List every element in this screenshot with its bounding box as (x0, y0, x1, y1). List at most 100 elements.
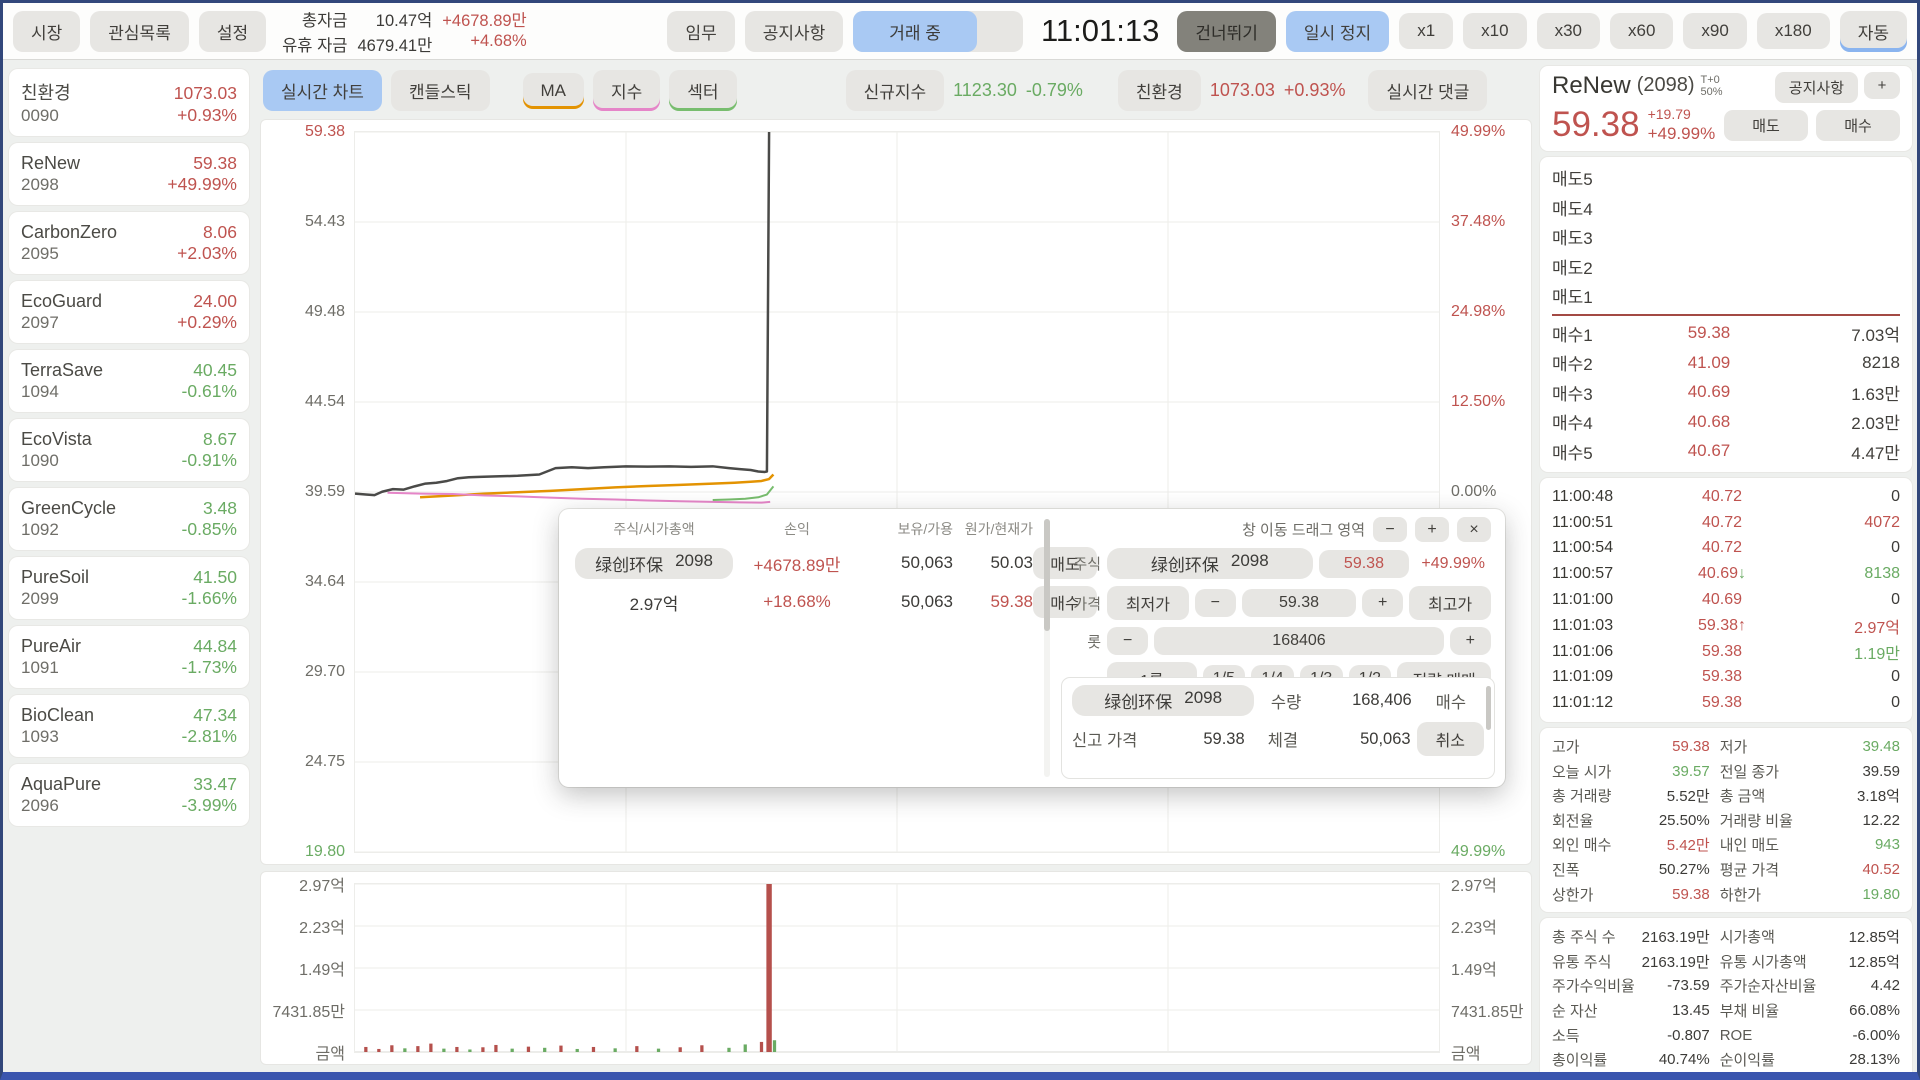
lowest-price-button[interactable]: 최저가 (1107, 586, 1189, 620)
watchlist-item[interactable]: BioClean 47.34 1093 -2.81% (9, 695, 249, 757)
volume-plot[interactable] (355, 884, 1439, 1052)
dialog-scrollbar[interactable] (1044, 519, 1050, 777)
stat-value: 19.80 (1825, 886, 1900, 903)
live-comments-button[interactable]: 실시간 댓글 (1368, 70, 1487, 111)
bid-row[interactable]: 매수5 40.67 4.47만 (1552, 437, 1900, 467)
tick-time: 11:01:03 (1552, 617, 1644, 635)
dialog-scrollbar-thumb[interactable] (1044, 519, 1050, 631)
tick-row[interactable]: 11:00:54 40.72 0 (1552, 536, 1900, 562)
speed-x180-button[interactable]: x180 (1757, 13, 1830, 49)
watchlist-item[interactable]: 친환경 1073.03 0090 +0.93% (9, 69, 249, 136)
watchlist-item[interactable]: ReNew 59.38 2098 +49.99% (9, 143, 249, 205)
stat-label: 내인 매도 (1720, 834, 1825, 855)
watchlist-item[interactable]: PureAir 44.84 1091 -1.73% (9, 626, 249, 688)
order-stock-code: 2098 (1184, 688, 1222, 713)
speed-x30-button[interactable]: x30 (1537, 13, 1600, 49)
speed-x60-button[interactable]: x60 (1610, 13, 1673, 49)
settings-button[interactable]: 설정 (199, 11, 266, 52)
detail-buy-button[interactable]: 매수 (1816, 110, 1900, 141)
lot-minus-button[interactable]: − (1107, 627, 1148, 655)
bid-row[interactable]: 매수1 59.38 7.03억 (1552, 319, 1900, 349)
tick-row[interactable]: 11:00:48 40.72 0 (1552, 484, 1900, 510)
ask-row[interactable]: 매도5 (1552, 163, 1900, 193)
overlay-sector-toggle[interactable]: 섹터 (669, 70, 736, 111)
ask-row[interactable]: 매도1 (1552, 281, 1900, 311)
stat-label: 순 자산 (1552, 1000, 1640, 1021)
order-filled-value: 50,063 (1315, 730, 1411, 749)
stock-field-label: 주식 (1061, 553, 1101, 574)
price-plus-button[interactable]: + (1362, 589, 1403, 617)
tick-arrow-icon: ↓ (1738, 565, 1746, 582)
watchlist-item[interactable]: EcoGuard 24.00 2097 +0.29% (9, 281, 249, 343)
maximize-button[interactable]: + (1415, 517, 1449, 542)
market-button[interactable]: 시장 (13, 11, 80, 52)
auto-button[interactable]: 자동 (1840, 11, 1907, 52)
stock-change: -0.91% (182, 450, 237, 471)
lot-plus-button[interactable]: + (1450, 627, 1491, 655)
bid-row[interactable]: 매수4 40.68 2.03만 (1552, 407, 1900, 437)
lot-input[interactable]: 168406 (1154, 627, 1443, 655)
watchlist-item[interactable]: PureSoil 41.50 2099 -1.66% (9, 557, 249, 619)
pause-button[interactable]: 일시 정지 (1286, 11, 1389, 52)
add-to-watchlist-button[interactable]: + (1864, 72, 1900, 99)
watchlist-item[interactable]: AquaPure 33.47 2096 -3.99% (9, 764, 249, 826)
holdings-header: 주식/시가총액 손익 보유/가용 원가/현재가 (575, 519, 1037, 539)
watchlist-item[interactable]: EcoVista 8.67 1090 -0.91% (9, 419, 249, 481)
holding-held-qty: 50,063 (861, 553, 953, 573)
speed-x1-button[interactable]: x1 (1399, 13, 1453, 49)
bid-row[interactable]: 매수3 40.69 1.63만 (1552, 378, 1900, 408)
order-cancel-button[interactable]: 취소 (1417, 722, 1484, 756)
stat-label: 오늘 시가 (1552, 761, 1640, 782)
overlay-index-toggle[interactable]: 지수 (593, 70, 660, 111)
overlay-ma-toggle[interactable]: MA (523, 73, 585, 109)
tab-realtime-chart[interactable]: 실시간 차트 (263, 70, 382, 111)
watchlist-button[interactable]: 관심목록 (90, 11, 189, 52)
tick-volume: 0 (1800, 539, 1900, 557)
skip-button[interactable]: 건너뛰기 (1177, 11, 1276, 52)
holding-avail-qty: 50,063 (861, 592, 953, 612)
bid-row[interactable]: 매수2 41.09 8218 (1552, 348, 1900, 378)
price-input[interactable]: 59.38 (1242, 589, 1357, 617)
holding-stock-chip[interactable]: 绿创环保 2098 (575, 548, 733, 579)
ask-row[interactable]: 매도2 (1552, 252, 1900, 282)
tick-row[interactable]: 11:01:06 59.38 1.19만 (1552, 639, 1900, 665)
highest-price-button[interactable]: 최고가 (1409, 586, 1491, 620)
ask-row[interactable]: 매도4 (1552, 193, 1900, 223)
bid-label: 매수2 (1552, 350, 1628, 375)
detail-notice-button[interactable]: 공지사항 (1775, 72, 1858, 103)
order-qty-value: 168,406 (1318, 691, 1412, 710)
watchlist-item[interactable]: TerraSave 40.45 1094 -0.61% (9, 350, 249, 412)
tick-row[interactable]: 11:01:03 59.38↑ 2.97억 (1552, 613, 1900, 639)
mission-button[interactable]: 임무 (667, 11, 734, 52)
price-minus-button[interactable]: − (1195, 589, 1236, 617)
speed-x10-button[interactable]: x10 (1463, 13, 1526, 49)
drag-area-label[interactable]: 창 이동 드래그 영역 (1242, 519, 1365, 540)
trade-stock-chip[interactable]: 绿创环保 2098 (1107, 548, 1313, 579)
tick-time: 11:01:09 (1552, 668, 1644, 686)
order-box-scrollbar-thumb[interactable] (1486, 686, 1491, 730)
bid-price: 41.09 (1628, 353, 1790, 373)
stat-value: 13.45 (1640, 1002, 1720, 1019)
tick-row[interactable]: 11:00:57 40.69↓ 8138 (1552, 561, 1900, 587)
tick-row[interactable]: 11:01:12 59.38 0 (1552, 690, 1900, 716)
notice-button[interactable]: 공지사항 (745, 11, 844, 52)
ask-row[interactable]: 매도3 (1552, 222, 1900, 252)
watchlist-item[interactable]: CarbonZero 8.06 2095 +2.03% (9, 212, 249, 274)
speed-x90-button[interactable]: x90 (1683, 13, 1746, 49)
stat-row: 주가수익비율 -73.59 주가순자산비율 4.42 (1552, 974, 1900, 999)
tick-row[interactable]: 11:00:51 40.72 4072 (1552, 510, 1900, 536)
new-index-button[interactable]: 신규지수 (846, 70, 945, 111)
chart-header: 실시간 차트 캔들스틱 MA 지수 섹터 신규지수 1123.30 -0.79%… (261, 65, 1531, 120)
stock-name: CarbonZero (21, 222, 117, 243)
stat-label: 총 주식 수 (1552, 926, 1640, 947)
tick-row[interactable]: 11:01:09 59.38 0 (1552, 665, 1900, 691)
detail-sell-button[interactable]: 매도 (1724, 110, 1808, 141)
stat-row: 외인 매수 5.42만 내인 매도 943 (1552, 833, 1900, 858)
minimize-button[interactable]: − (1373, 517, 1407, 542)
sector-index-button[interactable]: 친환경 (1118, 70, 1201, 111)
tick-row[interactable]: 11:01:00 40.69 0 (1552, 587, 1900, 613)
tab-candlestick[interactable]: 캔들스틱 (391, 70, 490, 111)
trading-status-track (977, 11, 1023, 52)
watchlist-item[interactable]: GreenCycle 3.48 1092 -0.85% (9, 488, 249, 550)
close-icon[interactable]: × (1457, 517, 1491, 542)
